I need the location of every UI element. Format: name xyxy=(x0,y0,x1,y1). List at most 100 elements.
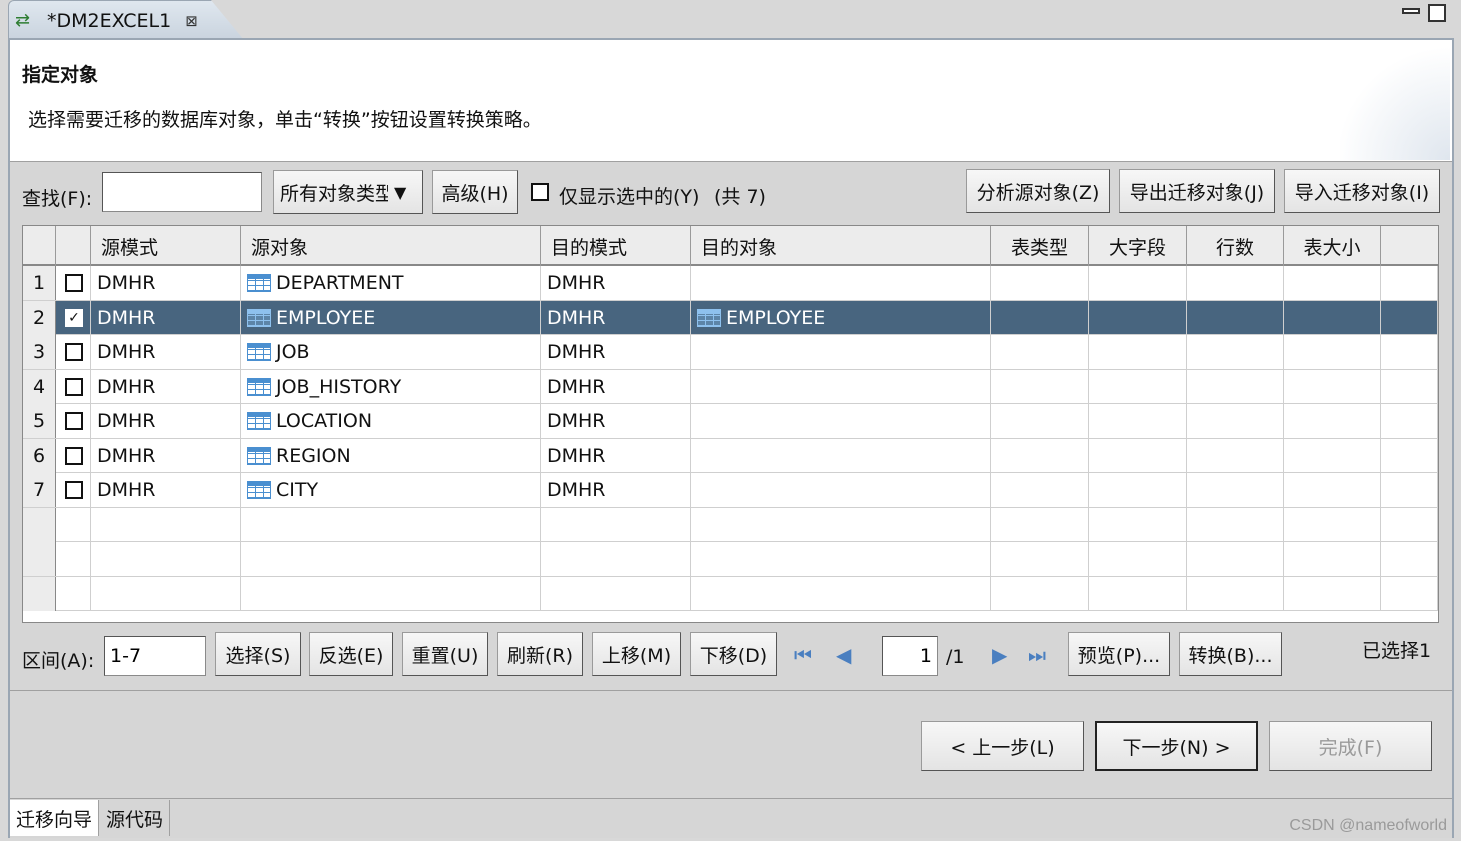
target-schema-cell: DMHR xyxy=(541,438,691,473)
empty-cell xyxy=(56,542,91,576)
table-row[interactable]: 4 DMHR JOB_HISTORY DMHR xyxy=(23,369,1438,404)
header-large-field[interactable]: 大字段 xyxy=(1089,226,1187,266)
table-row[interactable] xyxy=(23,576,1438,611)
header-source-schema[interactable]: 源模式 xyxy=(91,226,241,266)
source-object-cell: CITY xyxy=(241,473,541,507)
reset-button[interactable]: 重置(U) xyxy=(402,632,488,676)
row-number xyxy=(23,507,56,542)
empty-cell xyxy=(241,542,541,576)
target-schema-cell: DMHR xyxy=(541,300,691,335)
row-checkbox[interactable]: ✓ xyxy=(65,308,83,327)
wizard-header xyxy=(10,40,1452,162)
empty-cell xyxy=(1381,369,1438,404)
header-target-schema[interactable]: 目的模式 xyxy=(541,226,691,266)
header-row-count[interactable]: 行数 xyxy=(1187,226,1284,266)
row-number: 3 xyxy=(23,335,56,369)
maximize-icon[interactable] xyxy=(1428,4,1446,22)
object-type-select[interactable]: 所有对象类型 ▼ xyxy=(273,170,423,214)
empty-cell xyxy=(991,473,1089,507)
tab-migration-wizard[interactable]: 迁移向导 xyxy=(10,800,100,836)
editor-tab[interactable]: ⇄ *DM2EXCEL1 ⊠ xyxy=(8,0,244,40)
move-down-button[interactable]: 下移(D) xyxy=(690,632,777,676)
empty-cell xyxy=(1381,576,1438,611)
convert-button[interactable]: 转换(B)... xyxy=(1179,632,1282,676)
source-object-cell: EMPLOYEE xyxy=(241,300,541,335)
header-source-object[interactable]: 源对象 xyxy=(241,226,541,266)
empty-cell xyxy=(691,542,991,576)
table-row[interactable]: 5 DMHR LOCATION DMHR xyxy=(23,404,1438,439)
advanced-button[interactable]: 高级(H) xyxy=(432,170,518,214)
find-input[interactable] xyxy=(102,172,262,212)
row-checkbox[interactable] xyxy=(65,446,83,465)
refresh-button[interactable]: 刷新(R) xyxy=(497,632,583,676)
table-row[interactable] xyxy=(23,542,1438,577)
empty-cell xyxy=(1284,576,1381,611)
row-checkbox[interactable] xyxy=(65,274,83,292)
empty-cell xyxy=(1284,438,1381,473)
row-check-cell xyxy=(56,335,91,369)
source-object-cell: JOB xyxy=(241,335,541,369)
row-checkbox[interactable] xyxy=(65,377,83,396)
table-header: 源模式 源对象 目的模式 目的对象 表类型 大字段 行数 表大小 xyxy=(23,226,1438,266)
invert-selection-button[interactable]: 反选(E) xyxy=(309,632,393,676)
header-table-type[interactable]: 表类型 xyxy=(991,226,1089,266)
page-total: /1 xyxy=(946,646,965,668)
page-input[interactable] xyxy=(882,636,938,676)
close-icon[interactable]: ⊠ xyxy=(185,12,198,30)
row-checkbox[interactable] xyxy=(65,343,83,361)
analyze-source-button[interactable]: 分析源对象(Z) xyxy=(966,169,1110,213)
header-target-object[interactable]: 目的对象 xyxy=(691,226,991,266)
preview-button[interactable]: 预览(P)... xyxy=(1068,632,1170,676)
select-button[interactable]: 选择(S) xyxy=(215,632,301,676)
empty-cell xyxy=(1284,507,1381,542)
row-checkbox[interactable] xyxy=(65,481,83,499)
source-schema-cell: DMHR xyxy=(91,369,241,404)
empty-cell xyxy=(1284,369,1381,404)
empty-cell xyxy=(1284,404,1381,438)
next-button[interactable]: 下一步(N) > xyxy=(1095,721,1258,771)
import-objects-button[interactable]: 导入迁移对象(I) xyxy=(1284,169,1440,213)
dropdown-arrow-icon: ▼ xyxy=(394,182,407,202)
header-table-size[interactable]: 表大小 xyxy=(1284,226,1381,266)
source-schema-cell: DMHR xyxy=(91,266,241,300)
tab-source-code[interactable]: 源代码 xyxy=(100,800,171,836)
source-schema-cell: DMHR xyxy=(91,300,241,335)
table-row[interactable]: 1 DMHR DEPARTMENT DMHR xyxy=(23,266,1438,301)
empty-cell xyxy=(1187,404,1284,438)
table-row[interactable]: 3 DMHR JOB DMHR xyxy=(23,335,1438,370)
empty-cell xyxy=(1187,542,1284,576)
first-page-icon[interactable]: ⏮ xyxy=(794,643,812,667)
previous-page-icon[interactable]: ◀ xyxy=(836,643,851,667)
empty-cell xyxy=(1187,335,1284,369)
minimize-icon[interactable] xyxy=(1402,8,1420,14)
table-row[interactable]: 6 DMHR REGION DMHR xyxy=(23,438,1438,473)
row-check-cell: ✓ xyxy=(56,300,91,335)
empty-cell xyxy=(691,576,991,611)
source-object-name: EMPLOYEE xyxy=(276,306,376,329)
last-page-icon[interactable]: ⏭ xyxy=(1028,643,1046,667)
empty-cell xyxy=(991,369,1089,404)
empty-cell xyxy=(1381,300,1438,335)
table-row[interactable]: 2 ✓ DMHR EMPLOYEE DMHR EMPLOYEE xyxy=(23,300,1438,335)
table-icon xyxy=(247,412,271,430)
row-check-cell xyxy=(56,438,91,473)
empty-cell xyxy=(1089,300,1187,335)
empty-cell xyxy=(91,576,241,611)
objects-table[interactable]: 源模式 源对象 目的模式 目的对象 表类型 大字段 行数 表大小 1 DMHR DE… xyxy=(22,225,1439,623)
empty-cell xyxy=(91,542,241,576)
table-row[interactable]: 7 DMHR CITY DMHR xyxy=(23,473,1438,508)
object-count: (共 7) xyxy=(714,186,766,208)
move-up-button[interactable]: 上移(M) xyxy=(592,632,681,676)
range-input[interactable] xyxy=(104,636,206,676)
export-objects-button[interactable]: 导出迁移对象(J) xyxy=(1119,169,1275,213)
back-button[interactable]: < 上一步(L) xyxy=(921,721,1084,771)
next-page-icon[interactable]: ▶ xyxy=(992,643,1007,667)
table-row[interactable] xyxy=(23,507,1438,542)
empty-cell xyxy=(1381,507,1438,542)
row-checkbox[interactable] xyxy=(65,412,83,430)
only-selected-checkbox[interactable] xyxy=(531,183,549,201)
finish-button[interactable]: 完成(F) xyxy=(1269,721,1432,771)
source-object-name: LOCATION xyxy=(276,410,373,432)
empty-cell xyxy=(541,507,691,542)
target-schema-cell: DMHR xyxy=(541,369,691,404)
